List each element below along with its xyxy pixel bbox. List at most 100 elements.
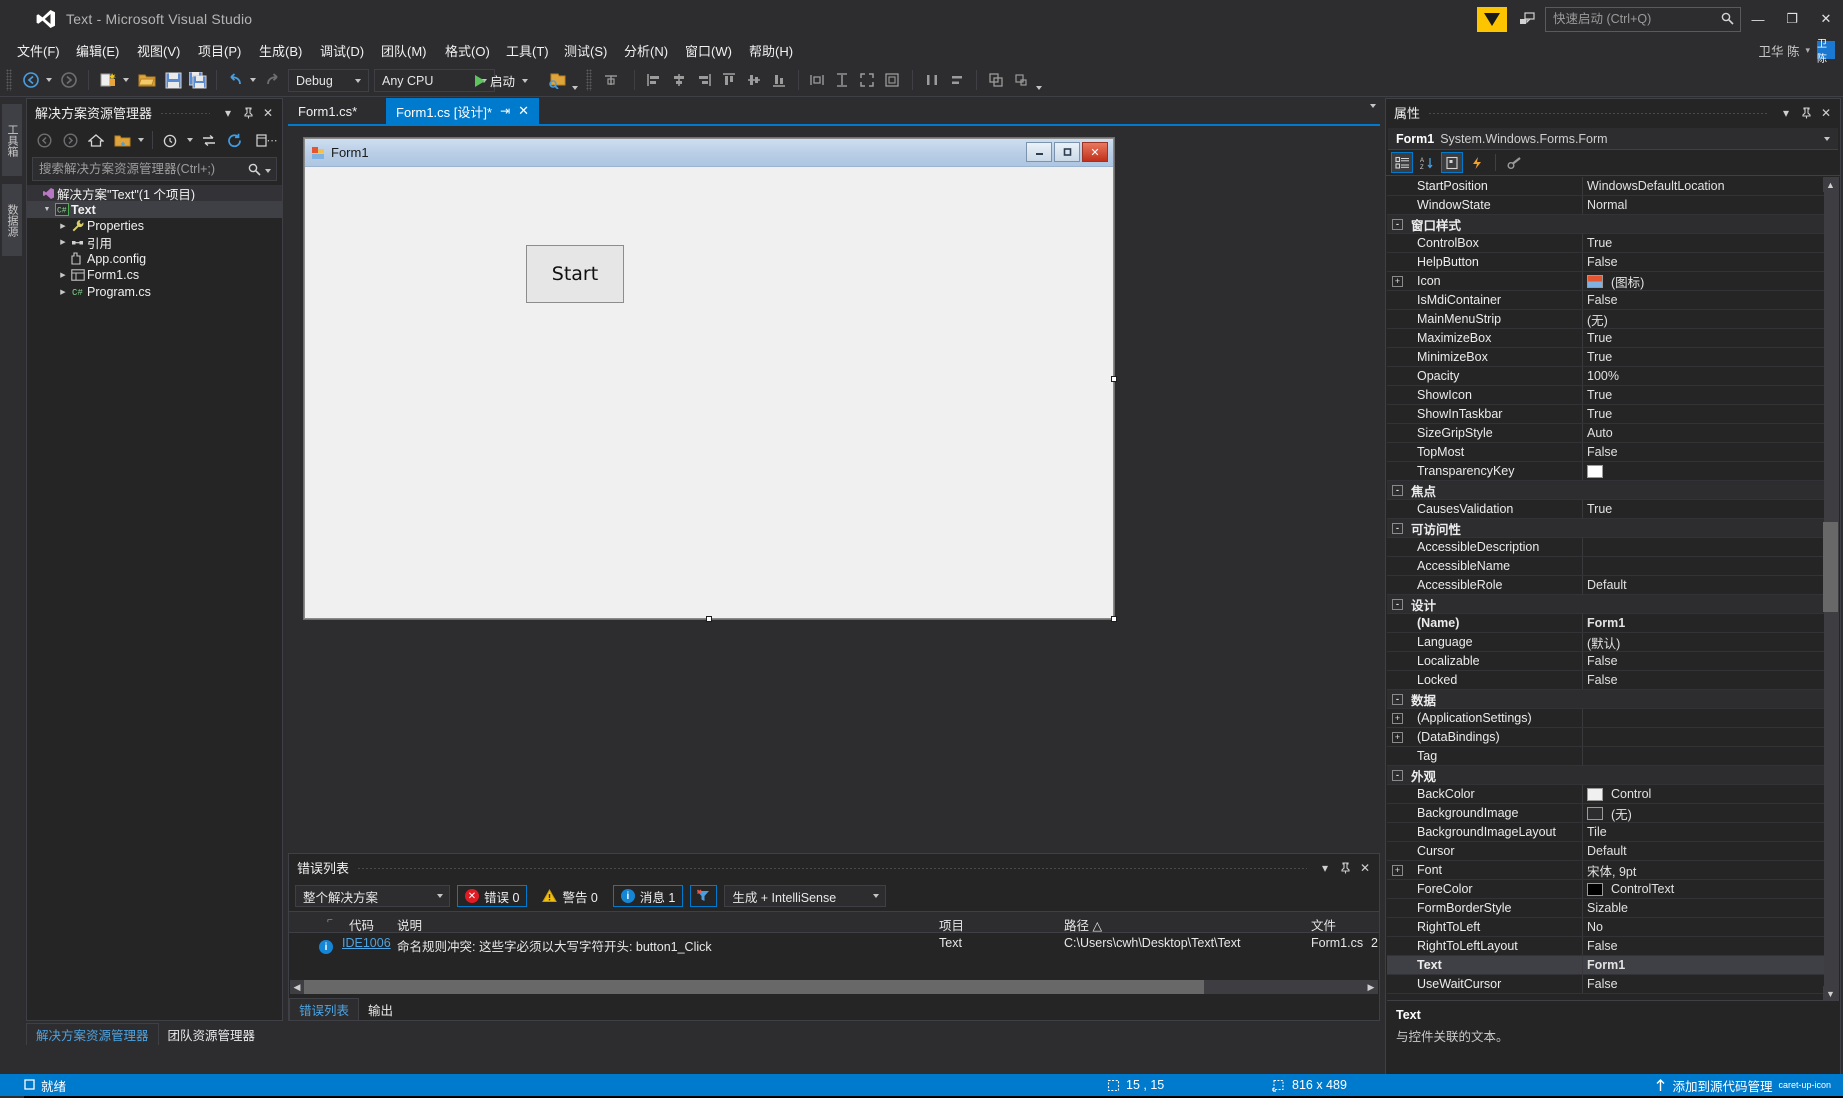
overflow-icon[interactable]: ⋯ — [264, 129, 280, 151]
collapse-icon[interactable]: - — [1392, 694, 1403, 705]
layout-overflow-icon[interactable] — [1034, 76, 1044, 100]
property-value[interactable]: False — [1587, 977, 1618, 991]
alphabetical-icon[interactable]: AZ — [1416, 152, 1438, 173]
property-row[interactable]: + Font 宋体, 9pt — [1387, 861, 1839, 880]
design-form-close-button[interactable]: ✕ — [1082, 142, 1108, 162]
expand-icon[interactable]: + — [1392, 865, 1403, 876]
column-path[interactable]: 路径 △ — [1064, 915, 1102, 934]
property-value[interactable]: True — [1587, 350, 1612, 364]
property-category-row[interactable]: - 外观 — [1387, 766, 1839, 785]
expand-icon[interactable]: + — [1392, 732, 1403, 743]
menu-tools[interactable]: 工具(T) — [497, 38, 558, 63]
severity-column-icon[interactable]: ⌐ — [327, 915, 333, 926]
menu-test[interactable]: 测试(S) — [555, 38, 616, 63]
design-form-maximize-button[interactable] — [1054, 142, 1080, 162]
property-value[interactable]: (默认) — [1587, 633, 1620, 652]
property-value[interactable]: False — [1587, 654, 1618, 668]
property-value[interactable]: False — [1587, 673, 1618, 687]
tab-output[interactable]: 输出 — [359, 998, 402, 1020]
scrollbar-thumb[interactable] — [1823, 522, 1838, 612]
status-source-control[interactable]: 添加到源代码管理 caret-up-icon — [1655, 1076, 1831, 1095]
make-same-width-icon[interactable] — [806, 68, 828, 92]
property-row[interactable]: HelpButton False — [1387, 253, 1839, 272]
chevron-down-icon[interactable]: ▾ — [1315, 857, 1335, 879]
tree-item-app-config[interactable]: App.config — [27, 251, 282, 267]
design-form-minimize-button[interactable] — [1026, 142, 1052, 162]
error-list-horizontal-scrollbar[interactable]: ◀ ▶ — [290, 980, 1378, 994]
form-designer-surface[interactable]: Form1 ✕ Start — [288, 124, 1380, 851]
attach-to-process-icon[interactable] — [545, 68, 569, 92]
pin-icon[interactable]: ⇥ — [500, 104, 510, 118]
menu-analyze[interactable]: 分析(N) — [615, 38, 677, 63]
warnings-filter-button[interactable]: 警告 0 — [534, 885, 605, 907]
events-icon[interactable] — [1466, 152, 1488, 173]
pin-icon[interactable] — [1796, 102, 1816, 124]
categorized-icon[interactable] — [1391, 152, 1413, 173]
property-value[interactable]: 100% — [1587, 369, 1619, 383]
property-row[interactable]: MainMenuStrip (无) — [1387, 310, 1839, 329]
property-value[interactable]: Form1 — [1587, 958, 1625, 972]
feedback-flag-icon[interactable] — [1477, 6, 1507, 32]
property-row[interactable]: BackgroundImageLayout Tile — [1387, 823, 1839, 842]
property-row[interactable]: RightToLeft No — [1387, 918, 1839, 937]
bring-to-front-icon[interactable] — [985, 68, 1007, 92]
make-vertical-spacing-equal-icon[interactable] — [946, 68, 968, 92]
chevron-down-icon[interactable] — [185, 129, 195, 151]
start-button[interactable]: Start — [526, 245, 624, 303]
navigate-back-dropdown[interactable] — [44, 68, 54, 92]
pending-changes-icon[interactable] — [159, 129, 183, 151]
twisty[interactable]: ▶ — [57, 222, 69, 230]
menu-debug[interactable]: 调试(D) — [311, 38, 373, 63]
collapse-icon[interactable]: - — [1392, 599, 1403, 610]
color-swatch[interactable] — [1587, 883, 1603, 896]
column-code[interactable]: 代码 — [349, 915, 374, 934]
property-row[interactable]: MinimizeBox True — [1387, 348, 1839, 367]
align-lefts-icon[interactable] — [643, 68, 665, 92]
twisty[interactable]: ▶ — [57, 238, 69, 246]
error-code[interactable]: IDE1006 — [342, 936, 391, 950]
new-project-dropdown[interactable] — [121, 68, 131, 92]
property-value[interactable]: No — [1587, 920, 1603, 934]
collapse-icon[interactable]: - — [1392, 770, 1403, 781]
align-bottoms-icon[interactable] — [768, 68, 790, 92]
align-to-grid-icon[interactable] — [600, 68, 622, 92]
property-value[interactable]: Control — [1611, 787, 1651, 801]
column-project[interactable]: 项目 — [939, 915, 964, 934]
feedback-bubble-icon[interactable] — [1513, 6, 1541, 32]
color-swatch[interactable] — [1587, 788, 1603, 801]
property-value[interactable]: True — [1587, 331, 1612, 345]
navigate-back-icon[interactable] — [20, 68, 42, 92]
pin-icon[interactable] — [238, 102, 258, 124]
scroll-right-icon[interactable]: ▶ — [1364, 980, 1378, 994]
property-row[interactable]: BackColor Control — [1387, 785, 1839, 804]
property-row[interactable]: WindowState Normal — [1387, 196, 1839, 215]
properties-grid[interactable]: StartPosition WindowsDefaultLocation Windo… — [1387, 177, 1839, 1001]
collapse-icon[interactable]: - — [1392, 485, 1403, 496]
property-row[interactable]: BackgroundImage (无) — [1387, 804, 1839, 823]
chevron-down-icon[interactable]: ▾ — [218, 102, 238, 124]
menu-help[interactable]: 帮助(H) — [740, 38, 802, 63]
undo-icon[interactable] — [224, 68, 246, 92]
toolbar-grip[interactable] — [6, 69, 12, 91]
tree-item-project-text[interactable]: ▼ C# Text — [27, 201, 282, 218]
property-row[interactable]: UseWaitCursor False — [1387, 975, 1839, 994]
align-middles-icon[interactable] — [743, 68, 765, 92]
layout-toolbar-grip[interactable] — [586, 69, 592, 91]
resize-handle-bottom[interactable] — [706, 616, 712, 622]
property-value[interactable]: Form1 — [1587, 616, 1625, 630]
menu-view[interactable]: 视图(V) — [128, 38, 189, 63]
property-row[interactable]: Locked False — [1387, 671, 1839, 690]
property-category-row[interactable]: - 窗口样式 — [1387, 215, 1839, 234]
property-category-row[interactable]: - 设计 — [1387, 595, 1839, 614]
property-row[interactable]: ForeColor ControlText — [1387, 880, 1839, 899]
property-value[interactable]: Auto — [1587, 426, 1613, 440]
solution-explorer-search[interactable] — [32, 157, 277, 181]
property-row[interactable]: MaximizeBox True — [1387, 329, 1839, 348]
sidebar-item-datasources[interactable]: 数据源 — [2, 184, 22, 256]
collapse-icon[interactable]: - — [1392, 219, 1403, 230]
twisty-expanded[interactable]: ▼ — [41, 206, 53, 213]
property-row[interactable]: + (ApplicationSettings) — [1387, 709, 1839, 728]
design-form-window[interactable]: Form1 ✕ Start — [304, 138, 1114, 619]
menu-edit[interactable]: 编辑(E) — [67, 38, 128, 63]
size-to-grid-icon[interactable] — [881, 68, 903, 92]
